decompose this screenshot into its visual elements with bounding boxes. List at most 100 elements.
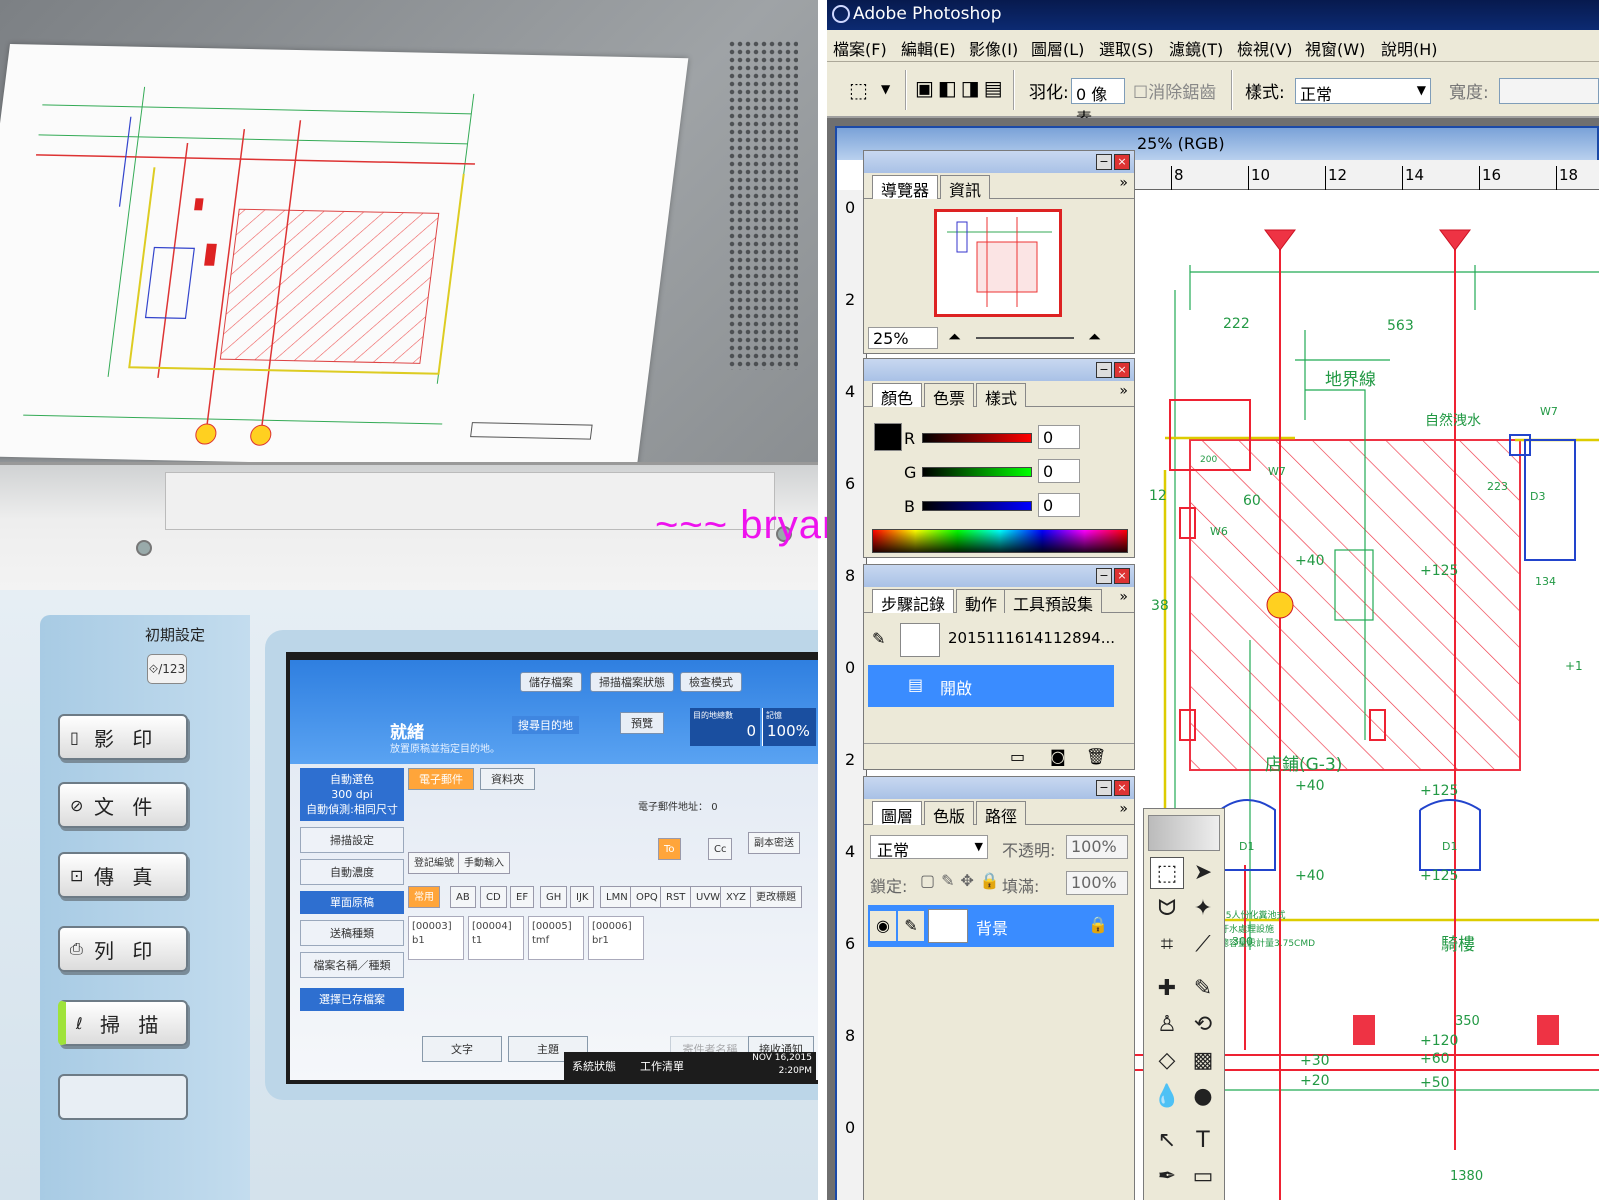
chevron-down-icon[interactable]: ▼ [881,82,890,96]
bcc-button[interactable]: 副本密送 [748,832,800,854]
marquee-tool-icon[interactable]: ⬚ [1150,857,1184,889]
zoom-slider[interactable] [976,337,1074,339]
single-sided-button[interactable]: 單面原稿 [300,891,404,914]
marquee-tool-icon[interactable]: ⬚ [849,78,868,102]
system-status-button[interactable]: 系統狀態 [572,1058,616,1074]
history-brush-icon[interactable]: ⟲ [1186,1009,1220,1041]
close-icon[interactable]: × [1114,780,1130,796]
index-chip[interactable]: AB [450,886,476,908]
blank-button[interactable] [58,1074,188,1120]
clone-stamp-icon[interactable]: ♙ [1150,1009,1184,1041]
healing-brush-icon[interactable]: ✚ [1150,973,1184,1005]
tab-info[interactable]: 資訊 [940,175,991,200]
trash-icon[interactable]: 🗑 [1086,747,1106,766]
green-input[interactable]: 0 [1038,459,1080,483]
text-button[interactable]: 文字 [422,1036,502,1062]
red-slider[interactable]: R 0 [904,425,1080,449]
tab-layers[interactable]: 圖層 [872,801,923,826]
blue-slider[interactable]: B 0 [904,493,1080,517]
shape-tool-icon[interactable]: ▭ [1186,1161,1220,1193]
close-icon[interactable]: × [1114,154,1130,170]
address-entry[interactable]: [00006] br1 [588,916,644,960]
fax-button[interactable]: ⊡ 傳 真 [58,852,188,898]
index-chip[interactable]: CD [480,886,507,908]
eraser-tool-icon[interactable]: ◇ [1150,1045,1184,1077]
selection-mode-icons[interactable]: ▣◧◨▤ [915,76,1007,100]
palette-menu-icon[interactable]: » [1119,589,1128,605]
tab-folder[interactable]: 資料夾 [480,768,535,790]
lasso-tool-icon[interactable]: ᗢ [1150,893,1184,925]
blue-gradient[interactable] [922,501,1032,511]
gradient-tool-icon[interactable]: ▩ [1186,1045,1220,1077]
menu-item[interactable]: 濾鏡(T) [1169,36,1223,60]
copy-button[interactable]: ▯ 影 印 [58,714,188,760]
new-document-icon[interactable]: ▭ [1010,747,1025,766]
antialias-checkbox[interactable]: ☐消除鋸齒 [1133,78,1216,103]
layer-row-background[interactable]: ◉ ✎ 背景 🔒 [868,905,1114,947]
dodge-tool-icon[interactable]: ● [1186,1081,1220,1113]
tab-navigator[interactable]: 導覽器 [872,175,939,200]
tab-styles[interactable]: 樣式 [976,383,1027,408]
tab-history[interactable]: 步驟記錄 [872,589,955,614]
magic-wand-icon[interactable]: ✦ [1186,893,1220,925]
index-chip[interactable]: EF [510,886,535,908]
file-name-type-button[interactable]: 檔案名稱／種類 [300,952,404,978]
tab-stored-files[interactable]: 儲存檔案 [520,672,582,692]
brush-icon[interactable]: ✎ [898,911,924,941]
tab-email[interactable]: 電子郵件 [408,768,474,790]
index-chip[interactable]: XYZ [720,886,752,908]
menu-item[interactable]: 檢視(V) [1237,36,1292,60]
search-destination-button[interactable]: 搜尋目的地 [512,716,579,734]
initial-settings-button[interactable]: ⟐/123 [147,654,187,684]
style-select[interactable]: 正常 ▼ [1295,78,1431,104]
tab-scan-status[interactable]: 掃描檔案狀態 [590,672,674,692]
color-spectrum[interactable] [872,529,1128,553]
eye-logo-icon[interactable] [1148,815,1220,851]
path-selection-icon[interactable]: ↖ [1150,1125,1184,1157]
lock-icons[interactable]: ▢✎✥🔒 [920,871,1006,890]
palette-menu-icon[interactable]: » [1119,175,1128,191]
tab-tool-presets[interactable]: 工具預設集 [1004,589,1103,614]
preview-button[interactable]: 預覽 [620,712,664,734]
address-entry[interactable]: [00004] t1 [468,916,524,960]
foreground-color-swatch[interactable] [874,423,902,451]
crop-tool-icon[interactable]: ⌗ [1150,929,1184,961]
index-chip[interactable]: 常用 [408,886,440,908]
original-feed-type-button[interactable]: 送稿種類 [300,920,404,946]
menu-item[interactable]: 選取(S) [1099,36,1154,60]
move-tool-icon[interactable]: ➤ [1186,857,1220,889]
manual-input-button[interactable]: 手動輸入 [458,852,510,874]
pen-tool-icon[interactable]: ✒ [1150,1161,1184,1193]
cc-button[interactable]: Cc [708,838,733,860]
feather-input[interactable]: 0 像素 [1071,78,1125,128]
document-server-button[interactable]: ⊘ 文 件 [58,782,188,828]
job-list-button[interactable]: 工作清單 [640,1058,684,1074]
to-button[interactable]: To [658,838,681,860]
select-stored-file-button[interactable]: 選擇已存檔案 [300,988,404,1011]
blue-input[interactable]: 0 [1038,493,1080,517]
red-input[interactable]: 0 [1038,425,1080,449]
opacity-input[interactable]: 100% [1066,835,1128,859]
slice-tool-icon[interactable]: ⟋ [1186,929,1220,961]
index-chip[interactable]: 更改標題 [750,886,802,908]
close-icon[interactable]: × [1114,362,1130,378]
tab-paths[interactable]: 路徑 [976,801,1027,826]
menu-item[interactable]: 圖層(L) [1031,36,1084,60]
scan-button[interactable]: ℓ 掃 描 [58,1000,188,1046]
palette-menu-icon[interactable]: » [1119,383,1128,399]
minimize-icon[interactable]: − [1096,154,1112,170]
menu-item[interactable]: 編輯(E) [901,36,956,60]
minimize-icon[interactable]: − [1096,568,1112,584]
close-icon[interactable]: × [1114,568,1130,584]
index-chip[interactable]: OPQ [630,886,664,908]
navigator-thumbnail[interactable] [934,209,1062,317]
registration-number-button[interactable]: 登記編號 [408,852,460,874]
minimize-icon[interactable]: − [1096,362,1112,378]
minimize-icon[interactable]: − [1096,780,1112,796]
tab-channels[interactable]: 色版 [924,801,975,826]
scan-settings-button[interactable]: 掃描設定 [300,827,404,853]
index-chip[interactable]: GH [540,886,568,908]
index-chip[interactable]: RST [660,886,692,908]
tab-actions[interactable]: 動作 [956,589,1007,614]
blend-mode-select[interactable]: 正常 ▼ [870,835,988,860]
